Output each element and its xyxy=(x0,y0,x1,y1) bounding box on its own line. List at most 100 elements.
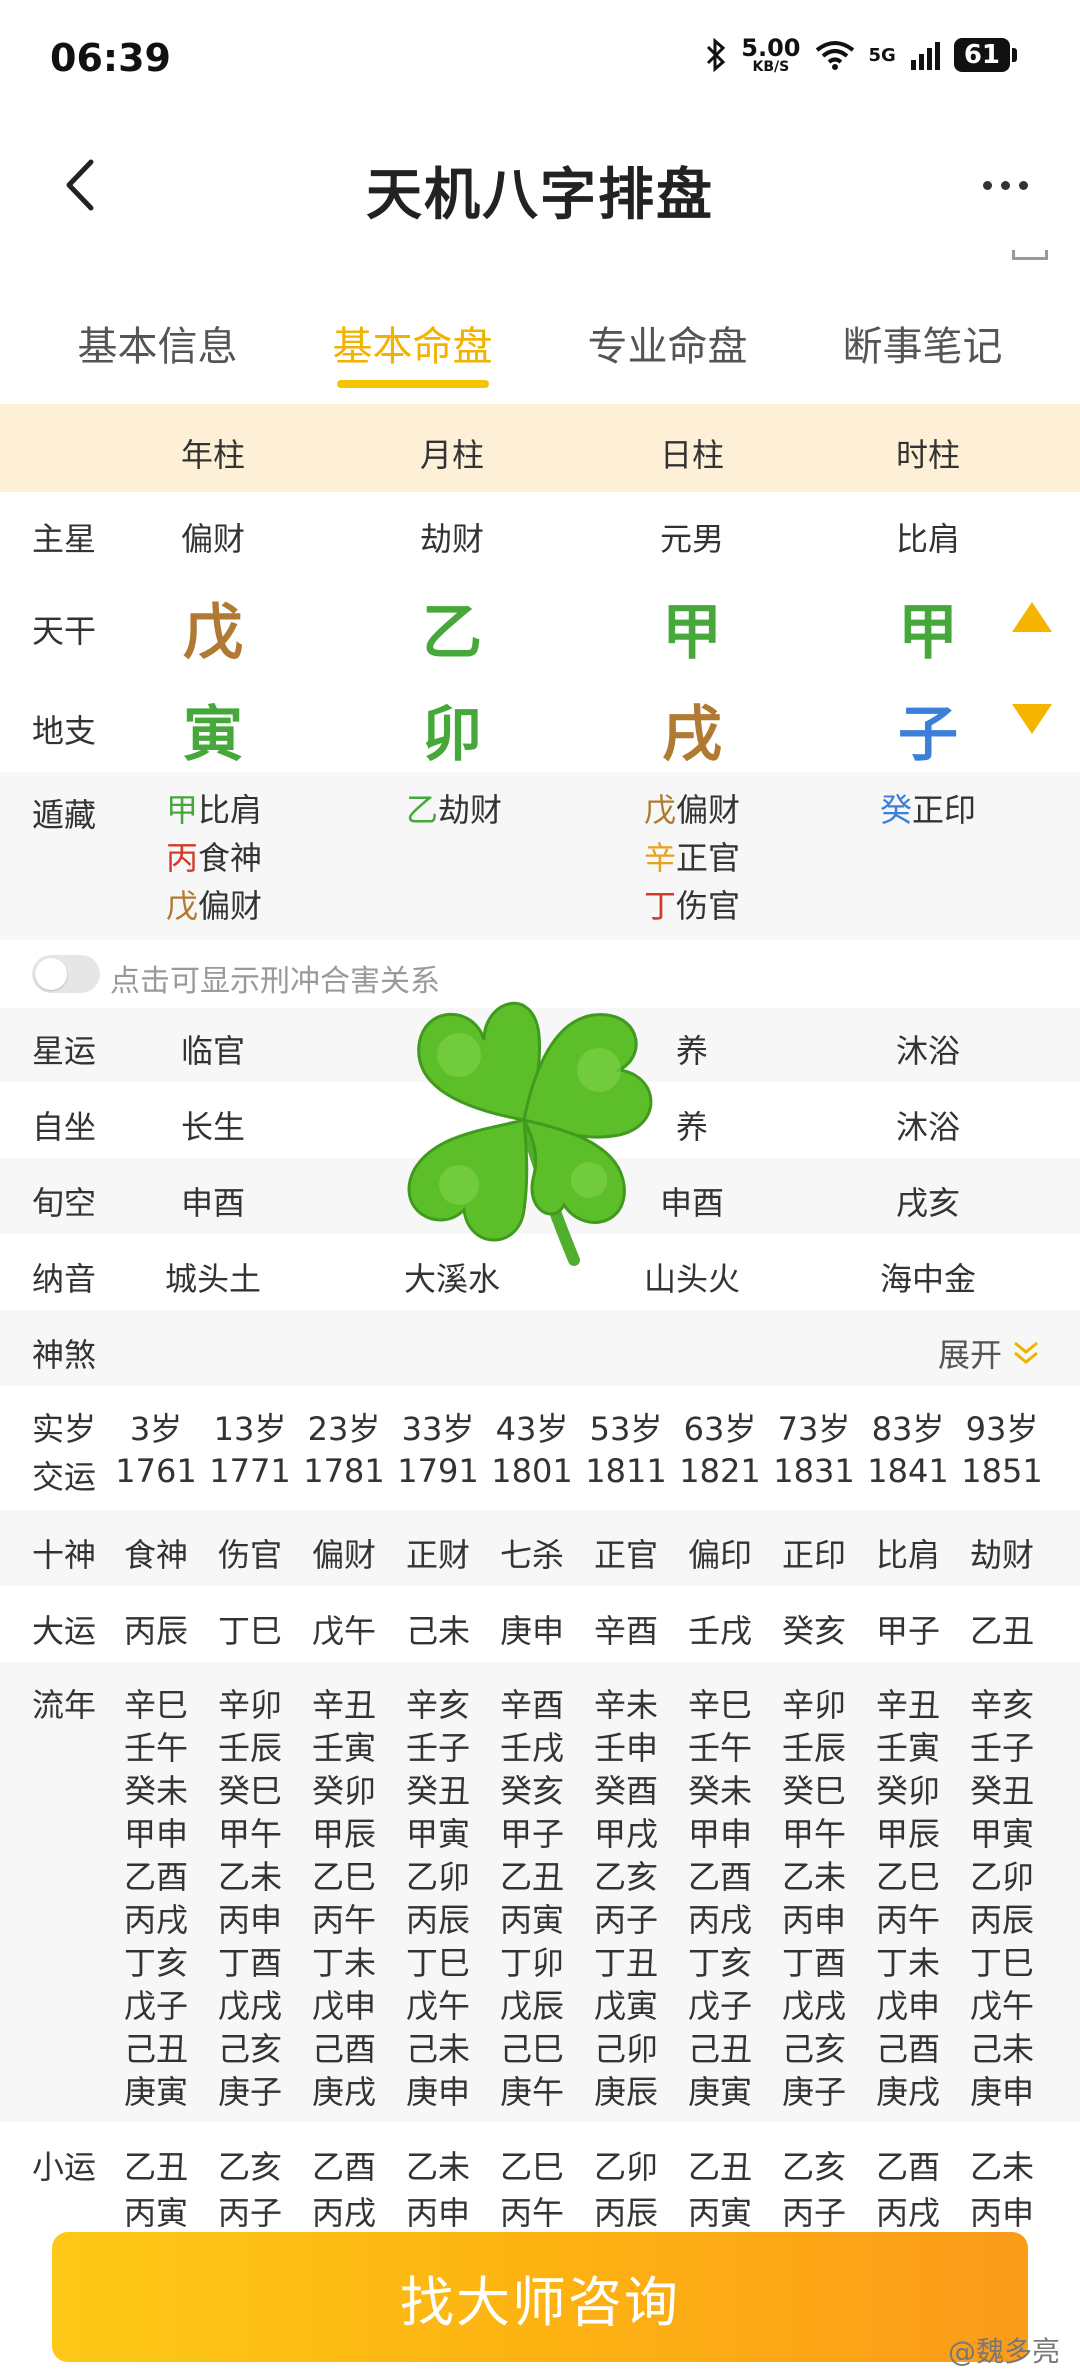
liu-nian-cell: 戊寅 xyxy=(593,1987,658,2025)
star-luck-hour: 沐浴 xyxy=(895,1032,960,1070)
liu-nian-cell: 壬申 xyxy=(593,1729,658,1767)
main-star-month: 劫财 xyxy=(419,520,484,558)
liu-nian-cell: 甲辰 xyxy=(875,1815,940,1853)
liu-nian-cell: 乙未 xyxy=(217,1858,282,1896)
liu-nian-cell: 甲寅 xyxy=(405,1815,470,1853)
consult-master-button[interactable]: 找大师咨询 xyxy=(52,2232,1028,2362)
liu-nian-cell: 丁酉 xyxy=(217,1944,282,1982)
age-cell: 93岁 xyxy=(965,1410,1039,1448)
year-cell: 1851 xyxy=(961,1452,1043,1490)
liu-nian-cell: 庚寅 xyxy=(687,2073,752,2111)
liu-nian-cell: 乙酉 xyxy=(687,1858,752,1896)
year-cell: 1831 xyxy=(773,1452,855,1490)
liu-nian-cell: 己巳 xyxy=(499,2030,564,2068)
stem-hour: 甲 xyxy=(898,598,958,668)
year-cell: 1771 xyxy=(209,1452,291,1490)
branch-year: 寅 xyxy=(183,700,243,770)
xiao-yun-cell: 丙辰 xyxy=(593,2194,658,2232)
liu-nian-cell: 戊辰 xyxy=(499,1987,564,2025)
liu-nian-cell: 癸未 xyxy=(687,1772,752,1810)
liu-nian-cell: 癸丑 xyxy=(969,1772,1034,1810)
liu-nian-cell: 甲寅 xyxy=(969,1815,1034,1853)
hidden-item: 戊偏财 xyxy=(166,887,263,925)
da-yun-cell: 甲子 xyxy=(875,1612,940,1650)
row-label: 交运 xyxy=(32,1458,97,1496)
expand-button[interactable]: 展开 xyxy=(938,1330,1040,1376)
liu-nian-cell: 乙丑 xyxy=(499,1858,564,1896)
scroll-up-icon[interactable] xyxy=(1012,602,1052,632)
year-cell: 1761 xyxy=(115,1452,197,1490)
row-label: 大运 xyxy=(32,1612,97,1650)
xiao-yun-block: 小运 乙丑 丙寅 乙亥 丙子 乙酉 丙戌 乙未 丙申 乙巳 丙午 乙卯 丙辰 乙丑 丙寅 乙亥 丙子 乙酉 丙戌乙… xyxy=(0,2122,1080,2232)
tab-notes[interactable]: 断事笔记 xyxy=(843,300,1003,400)
liu-nian-cell: 壬子 xyxy=(405,1729,470,1767)
liu-nian-cell: 壬午 xyxy=(123,1729,188,1767)
liu-nian-cell: 己未 xyxy=(405,2030,470,2068)
liu-nian-cell: 壬辰 xyxy=(217,1729,282,1767)
da-yun-cell: 癸亥 xyxy=(781,1612,846,1650)
tab-bar: 基本信息 基本命盘 专业命盘 断事笔记 xyxy=(0,300,1080,400)
ten-god-cell: 劫财 xyxy=(969,1536,1034,1574)
main-star-row: 主星 偏财 劫财 元男 比肩 xyxy=(0,492,1080,572)
relations-toggle[interactable] xyxy=(32,955,100,993)
tab-basic-info[interactable]: 基本信息 xyxy=(78,300,238,400)
tab-basic-chart[interactable]: 基本命盘 xyxy=(333,300,493,400)
na-yin-year: 城头土 xyxy=(164,1260,261,1298)
liu-nian-cell: 甲午 xyxy=(217,1815,282,1853)
liu-nian-cell: 辛卯 xyxy=(217,1686,282,1724)
year-cell: 1841 xyxy=(867,1452,949,1490)
liu-nian-cell: 乙卯 xyxy=(405,1858,470,1896)
branch-day: 戌 xyxy=(662,700,722,770)
scroll-down-icon[interactable] xyxy=(1012,704,1052,734)
liu-nian-cell: 辛未 xyxy=(593,1686,658,1724)
row-label: 星运 xyxy=(32,1032,97,1070)
liu-nian-cell: 甲辰 xyxy=(311,1815,376,1853)
hidden-month: 乙劫财 xyxy=(406,786,502,834)
hidden-item: 甲比肩 xyxy=(166,791,263,829)
liu-nian-cell: 戊子 xyxy=(687,1987,752,2025)
row-label: 旬空 xyxy=(32,1184,97,1222)
liu-nian-cell: 癸巳 xyxy=(781,1772,846,1810)
liu-nian-cell: 辛酉 xyxy=(499,1686,564,1724)
liu-nian-cell: 戊戌 xyxy=(217,1987,282,2025)
ten-god-cell: 正印 xyxy=(781,1536,846,1574)
liu-nian-cell: 庚申 xyxy=(405,2073,470,2111)
tab-pro-chart[interactable]: 专业命盘 xyxy=(588,300,748,400)
status-time: 06:39 xyxy=(50,36,171,80)
xiao-yun-cell: 丙申 xyxy=(405,2194,470,2232)
xiao-yun-cell: 乙亥 xyxy=(781,2148,846,2186)
hidden-item: 丙食神 xyxy=(166,839,263,877)
liu-nian-cell: 辛亥 xyxy=(969,1686,1034,1724)
liu-nian-cell: 辛亥 xyxy=(405,1686,470,1724)
main-star-year: 偏财 xyxy=(180,520,245,558)
corner-mark xyxy=(1012,250,1048,260)
xiao-yun-cell: 乙丑 xyxy=(123,2148,188,2186)
consult-master-label: 找大师咨询 xyxy=(400,2270,680,2334)
xiao-yun-cell: 乙未 xyxy=(969,2148,1034,2186)
xun-kong-year: 申酉 xyxy=(180,1184,245,1222)
liu-nian-cell: 壬子 xyxy=(969,1729,1034,1767)
stem-row: 天干 戊 乙 甲 甲 xyxy=(0,572,1080,672)
row-label: 主星 xyxy=(32,520,97,558)
liu-nian-cell: 己酉 xyxy=(311,2030,376,2068)
liu-nian-cell: 丁未 xyxy=(875,1944,940,1982)
row-label: 实岁 xyxy=(32,1410,97,1448)
liu-nian-cell: 癸巳 xyxy=(217,1772,282,1810)
liu-nian-cell: 丙午 xyxy=(311,1901,376,1939)
da-yun-cell: 庚申 xyxy=(499,1612,564,1650)
hidden-item: 辛正官 xyxy=(644,839,741,877)
liu-nian-cell: 丙午 xyxy=(875,1901,940,1939)
liu-nian-cell: 甲戌 xyxy=(593,1815,658,1853)
liu-nian-cell: 乙巳 xyxy=(875,1858,940,1896)
liu-nian-cell: 壬戌 xyxy=(499,1729,564,1767)
liu-nian-cell: 己未 xyxy=(969,2030,1034,2068)
liu-nian-cell: 庚戌 xyxy=(311,2073,376,2111)
liu-nian-cell: 戊申 xyxy=(311,1987,376,2025)
liu-nian-cell: 辛丑 xyxy=(311,1686,376,1724)
xiao-yun-cell: 乙酉 xyxy=(311,2148,376,2186)
xiao-yun-cell: 丙寅 xyxy=(687,2194,752,2232)
liu-nian-cell: 壬午 xyxy=(687,1729,752,1767)
more-options-icon[interactable] xyxy=(970,160,1040,210)
liu-nian-cell: 乙未 xyxy=(781,1858,846,1896)
network-type: 5G xyxy=(868,44,896,66)
